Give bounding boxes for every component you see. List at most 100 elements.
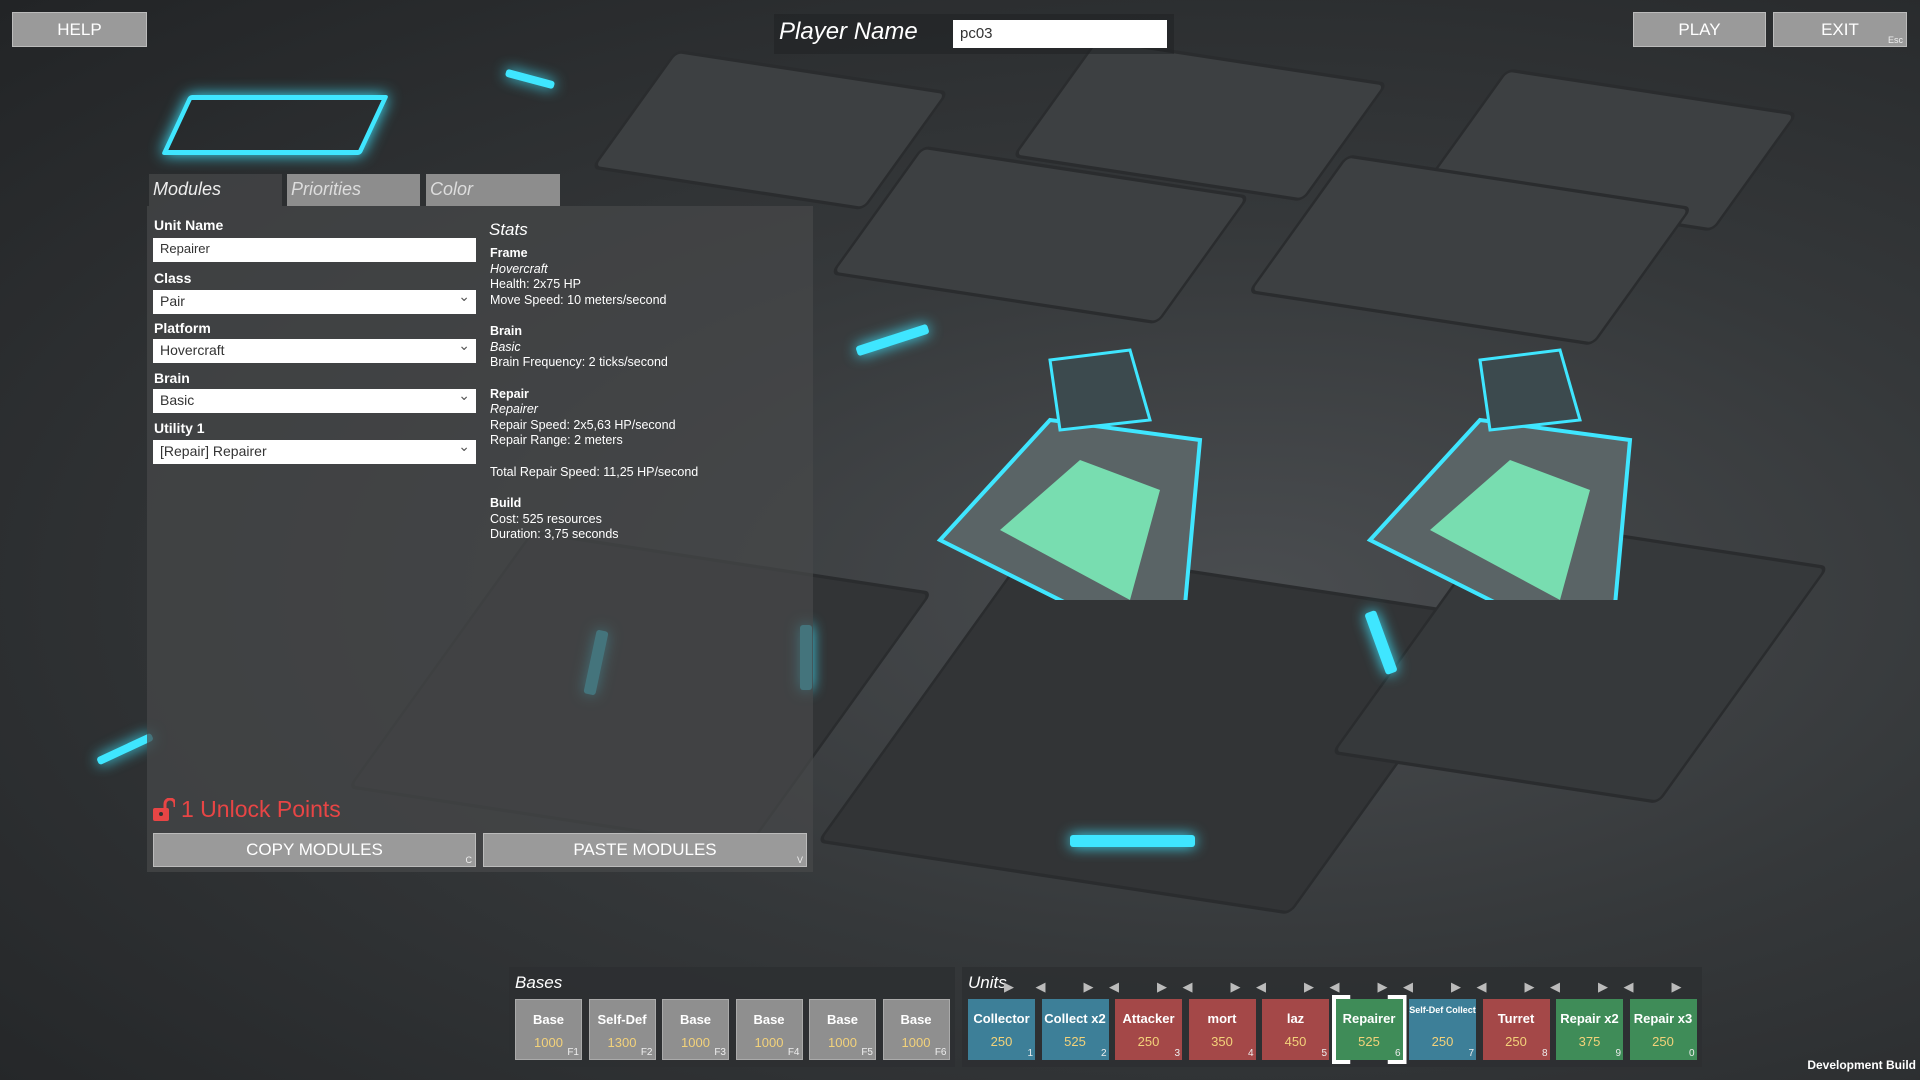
- move-right-arrow-icon[interactable]: ▶: [1084, 979, 1094, 995]
- tab-priorities[interactable]: Priorities: [287, 174, 420, 206]
- base-name: Base: [884, 1012, 949, 1027]
- stat-repair-heading: Repair: [490, 387, 698, 403]
- base-hotkey: F4: [788, 1047, 800, 1058]
- copy-modules-label: COPY MODULES: [246, 840, 383, 860]
- tab-color[interactable]: Color: [426, 174, 560, 206]
- move-left-arrow-icon[interactable]: ◀: [1550, 979, 1560, 995]
- move-left-arrow-icon[interactable]: ◀: [1477, 979, 1487, 995]
- unit-tile[interactable]: Repairer5256: [1336, 999, 1403, 1060]
- base-tile[interactable]: Base1000F1: [515, 999, 582, 1060]
- move-right-arrow-icon[interactable]: ▶: [1231, 979, 1241, 995]
- move-left-arrow-icon[interactable]: ◀: [1330, 979, 1340, 995]
- platform-select[interactable]: Hovercraft: [153, 339, 476, 363]
- unit-tile[interactable]: laz4505: [1262, 999, 1329, 1060]
- unit-name-label: Unit Name: [154, 217, 223, 233]
- move-right-arrow-icon[interactable]: ▶: [1157, 979, 1167, 995]
- stat-brain-frequency: Brain Frequency: 2 ticks/second: [490, 355, 698, 371]
- stat-health: Health: 2x75 HP: [490, 277, 698, 293]
- unit-name: mort: [1189, 1011, 1256, 1026]
- unit-name: laz: [1262, 1011, 1329, 1026]
- move-left-arrow-icon[interactable]: ◀: [1624, 979, 1634, 995]
- utility-1-select[interactable]: [Repair] Repairer: [153, 440, 476, 464]
- units-title: Units: [968, 973, 1007, 993]
- class-label: Class: [154, 270, 191, 286]
- utility-1-label: Utility 1: [154, 420, 205, 436]
- unit-tile[interactable]: Repair x32500: [1630, 999, 1697, 1060]
- base-tile[interactable]: Base1000F4: [736, 999, 803, 1060]
- unlock-icon: [153, 798, 175, 822]
- exit-button[interactable]: EXITEsc: [1773, 12, 1907, 47]
- player-name-input[interactable]: pc03: [953, 20, 1167, 48]
- base-name: Base: [516, 1012, 581, 1027]
- repairer-ship-right: [1330, 300, 1660, 600]
- unit-name: Collector: [968, 1011, 1035, 1026]
- unit-hotkey: 3: [1174, 1048, 1180, 1059]
- unit-tile[interactable]: mort3504: [1189, 999, 1256, 1060]
- base-tile[interactable]: Self-Def1300F2: [589, 999, 656, 1060]
- stat-repair-range: Repair Range: 2 meters: [490, 433, 698, 449]
- platform-value: Hovercraft: [160, 342, 225, 358]
- base-hotkey: F6: [935, 1047, 947, 1058]
- move-left-arrow-icon[interactable]: ◀: [1109, 979, 1119, 995]
- unit-tile[interactable]: Attacker2503: [1115, 999, 1182, 1060]
- move-left-arrow-icon[interactable]: ◀: [1256, 979, 1266, 995]
- unit-cost: 250: [1630, 1034, 1697, 1049]
- move-right-arrow-icon[interactable]: ▶: [1525, 979, 1535, 995]
- units-bar: Units Collector2501▶Collect x25252◀▶Atta…: [962, 967, 1702, 1067]
- copy-hotkey: C: [466, 855, 473, 865]
- stats-list: Frame Hovercraft Health: 2x75 HP Move Sp…: [490, 246, 698, 543]
- unit-cost: 250: [968, 1034, 1035, 1049]
- unit-name: Repair x2: [1556, 1011, 1623, 1026]
- base-name: Base: [663, 1012, 728, 1027]
- bases-bar: Bases Base1000F1Self-Def1300F2Base1000F3…: [509, 967, 955, 1067]
- base-tile[interactable]: Base1000F6: [883, 999, 950, 1060]
- unit-hotkey: 9: [1615, 1048, 1621, 1059]
- move-right-arrow-icon[interactable]: ▶: [1598, 979, 1608, 995]
- stat-build-cost: Cost: 525 resources: [490, 512, 698, 528]
- unit-tile[interactable]: Repair x2 3759: [1556, 999, 1623, 1060]
- move-left-arrow-icon[interactable]: ◀: [1403, 979, 1413, 995]
- move-left-arrow-icon[interactable]: ◀: [1036, 979, 1046, 995]
- unit-cost: 450: [1262, 1034, 1329, 1049]
- move-right-arrow-icon[interactable]: ▶: [1451, 979, 1461, 995]
- platform-label: Platform: [154, 320, 211, 336]
- repairer-ship-left: [900, 300, 1230, 600]
- base-hotkey: F2: [641, 1047, 653, 1058]
- unit-cost: 250: [1115, 1034, 1182, 1049]
- stat-repair-type: Repairer: [490, 402, 698, 418]
- copy-modules-button[interactable]: COPY MODULES C: [153, 833, 476, 867]
- tab-modules[interactable]: Modules: [149, 174, 282, 206]
- unit-tile[interactable]: Self-Def Collect2507: [1409, 999, 1476, 1060]
- unlock-points: 1 Unlock Points: [153, 796, 341, 823]
- unit-cost: 375: [1556, 1034, 1623, 1049]
- move-right-arrow-icon[interactable]: ▶: [1378, 979, 1388, 995]
- move-right-arrow-icon[interactable]: ▶: [1672, 979, 1682, 995]
- unit-name-input[interactable]: Repairer: [153, 238, 476, 262]
- unit-cost: 350: [1189, 1034, 1256, 1049]
- help-button[interactable]: HELP: [12, 12, 147, 47]
- unit-hotkey: 1: [1027, 1048, 1033, 1059]
- base-tile[interactable]: Base1000F3: [662, 999, 729, 1060]
- unit-tile[interactable]: Turret2508: [1483, 999, 1550, 1060]
- unit-hotkey: 7: [1468, 1048, 1474, 1059]
- unit-tile[interactable]: Collect x25252: [1042, 999, 1109, 1060]
- utility-1-value: [Repair] Repairer: [160, 443, 267, 459]
- move-right-arrow-icon[interactable]: ▶: [1004, 979, 1014, 995]
- base-name: Self-Def: [590, 1012, 655, 1027]
- move-right-arrow-icon[interactable]: ▶: [1304, 979, 1314, 995]
- stat-frame-heading: Frame: [490, 246, 698, 262]
- class-select[interactable]: Pair: [153, 290, 476, 314]
- stat-repair-speed: Repair Speed: 2x5,63 HP/second: [490, 418, 698, 434]
- play-button[interactable]: PLAY: [1633, 12, 1766, 47]
- brain-label: Brain: [154, 370, 190, 386]
- unit-tile[interactable]: Collector 2501: [968, 999, 1035, 1060]
- exit-label: EXIT: [1821, 20, 1859, 40]
- paste-modules-button[interactable]: PASTE MODULESV: [483, 833, 807, 867]
- base-hotkey: F5: [861, 1047, 873, 1058]
- base-tile[interactable]: Base1000F5: [809, 999, 876, 1060]
- stat-frame-type: Hovercraft: [490, 262, 698, 278]
- player-name-label: Player Name: [779, 18, 918, 46]
- move-left-arrow-icon[interactable]: ◀: [1183, 979, 1193, 995]
- base-hotkey: F3: [714, 1047, 726, 1058]
- brain-select[interactable]: Basic: [153, 389, 476, 413]
